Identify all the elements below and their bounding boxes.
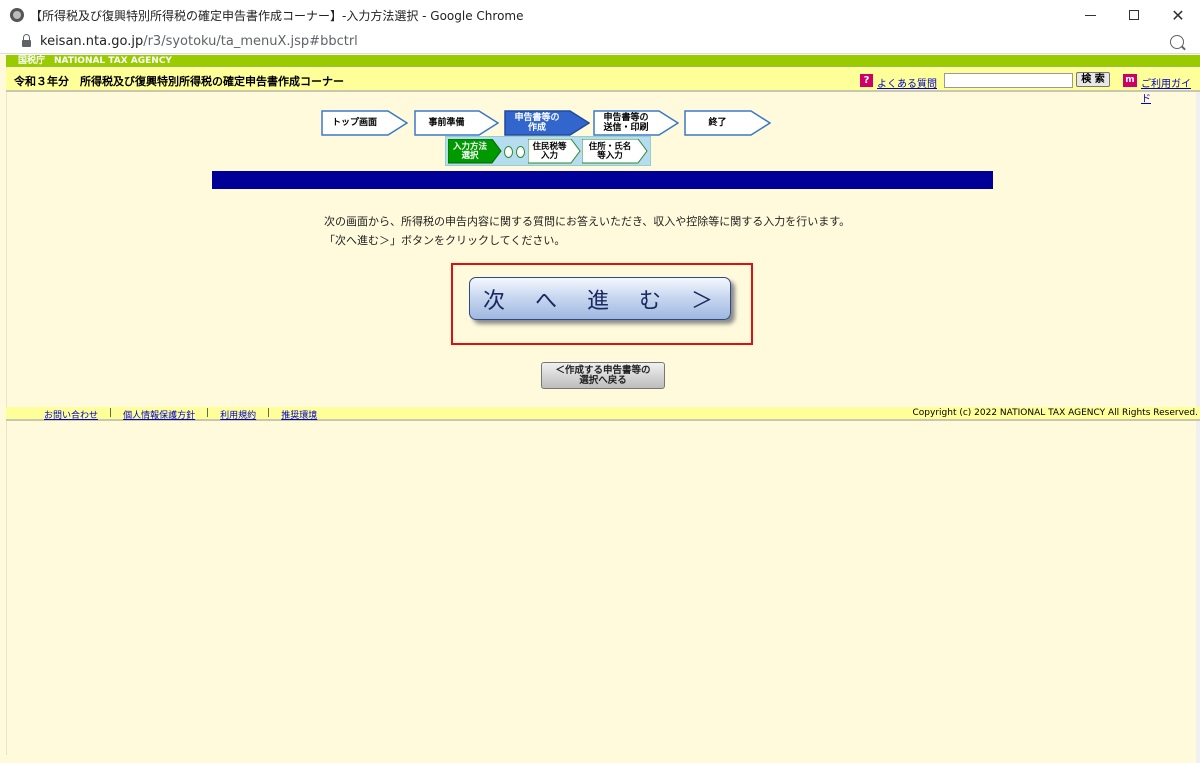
zoom-icon[interactable] xyxy=(1170,34,1184,49)
minimize-icon xyxy=(1084,14,1096,16)
step-send-print: 申告書等の 送信・印刷 xyxy=(593,110,679,136)
page-viewport: 国税庁 NATIONAL TAX AGENCY 令和３年分 所得税及び復興特別所… xyxy=(0,55,1200,763)
substep-address-name: 住所・氏名 等入力 xyxy=(582,139,648,164)
agency-bar: 国税庁 NATIONAL TAX AGENCY xyxy=(6,55,1200,67)
footer-link-privacy[interactable]: 個人情報保護方針 xyxy=(123,408,195,421)
footer-links: お問い合わせ | 個人情報保護方針 | 利用規約 | 推奨環境 xyxy=(44,408,317,421)
maximize-button[interactable] xyxy=(1112,0,1156,30)
footer-separator: | xyxy=(206,408,210,418)
substep-input-method: 入力方法 選択 xyxy=(448,139,502,164)
next-button-label: 次 へ 進 む ＞ xyxy=(482,288,717,314)
instruction-line-1: 次の画面から、所得税の申告内容に関する質問にお答えいただき、収入や控除等に関する… xyxy=(324,215,851,228)
step-label: 申告書等の 作成 xyxy=(514,113,560,133)
footer-link-contact[interactable]: お問い合わせ xyxy=(44,408,98,421)
instruction-text: 次の画面から、所得税の申告内容に関する質問にお答えいただき、収入や控除等に関する… xyxy=(324,212,850,250)
question-icon[interactable]: ? xyxy=(860,74,873,87)
step-label: 事前準備 xyxy=(428,118,465,128)
window-titlebar: 【所得税及び復興特別所得税の確定申告書作成コーナー】-入力方法選択 - Goog… xyxy=(0,0,1200,30)
search-button[interactable]: 検 索 xyxy=(1076,72,1110,87)
step-label: トップ画面 xyxy=(331,118,377,128)
page-title: 令和３年分 所得税及び復興特別所得税の確定申告書作成コーナー xyxy=(14,75,344,88)
footer-link-terms[interactable]: 利用規約 xyxy=(220,408,256,421)
progress-dot xyxy=(504,146,513,158)
substep-label: 住所・氏名 等入力 xyxy=(588,141,632,161)
address-bar[interactable]: keisan.nta.go.jp/r3/syotoku/ta_menuX.jsp… xyxy=(0,30,1200,54)
back-button-label: ＜作成する申告書等の 選択へ戻る xyxy=(555,365,651,386)
step-label: 申告書等の 送信・印刷 xyxy=(603,113,649,133)
step-create-return: 申告書等の 作成 xyxy=(504,110,590,136)
faq-link[interactable]: よくある質問 xyxy=(877,75,937,90)
close-icon: ✕ xyxy=(1171,5,1185,25)
section-divider-bar xyxy=(212,171,993,189)
substep-nav: 入力方法 選択 住民税等 入力 住所・氏名 等入力 xyxy=(445,136,651,166)
search-input[interactable] xyxy=(944,73,1073,88)
page-header: 令和３年分 所得税及び復興特別所得税の確定申告書作成コーナー ? よくある質問 … xyxy=(6,68,1200,105)
minimize-button[interactable] xyxy=(1068,0,1112,30)
footer-separator: | xyxy=(267,408,271,418)
instruction-line-2: 「次へ進む＞」ボタンをクリックしてください。 xyxy=(324,234,566,247)
page-footer: お問い合わせ | 個人情報保護方針 | 利用規約 | 推奨環境 Copyrigh… xyxy=(6,407,1200,421)
url-path: /r3/syotoku/ta_menuX.jsp#bbctrl xyxy=(143,34,358,49)
close-button[interactable]: ✕ xyxy=(1156,0,1200,30)
url-text[interactable]: keisan.nta.go.jp/r3/syotoku/ta_menuX.jsp… xyxy=(40,34,1170,49)
window-title: 【所得税及び復興特別所得税の確定申告書作成コーナー】-入力方法選択 - Goog… xyxy=(30,8,524,23)
back-to-selection-button[interactable]: ＜作成する申告書等の 選択へ戻る xyxy=(541,362,665,389)
substep-label: 入力方法 選択 xyxy=(452,141,487,161)
footer-separator: | xyxy=(109,408,113,418)
guide-book-icon[interactable]: m xyxy=(1123,74,1137,87)
lock-icon xyxy=(22,34,31,47)
progress-dot xyxy=(516,146,525,158)
step-label: 終了 xyxy=(708,118,727,128)
guide-link[interactable]: ご利用ガイド xyxy=(1141,75,1200,105)
maximize-icon xyxy=(1129,10,1139,20)
copyright-text: Copyright (c) 2022 NATIONAL TAX AGENCY A… xyxy=(912,408,1199,418)
step-finish: 終了 xyxy=(684,110,771,136)
globe-icon xyxy=(10,8,24,22)
step-top-page: トップ画面 xyxy=(321,110,408,136)
step-preparation: 事前準備 xyxy=(414,110,499,136)
next-button[interactable]: 次 へ 進 む ＞ xyxy=(469,277,731,320)
footer-link-environment[interactable]: 推奨環境 xyxy=(281,408,317,421)
page-left-border xyxy=(6,55,7,755)
substep-label: 住民税等 入力 xyxy=(532,141,567,161)
substep-resident-tax: 住民税等 入力 xyxy=(528,139,581,164)
url-host: keisan.nta.go.jp xyxy=(40,34,144,49)
